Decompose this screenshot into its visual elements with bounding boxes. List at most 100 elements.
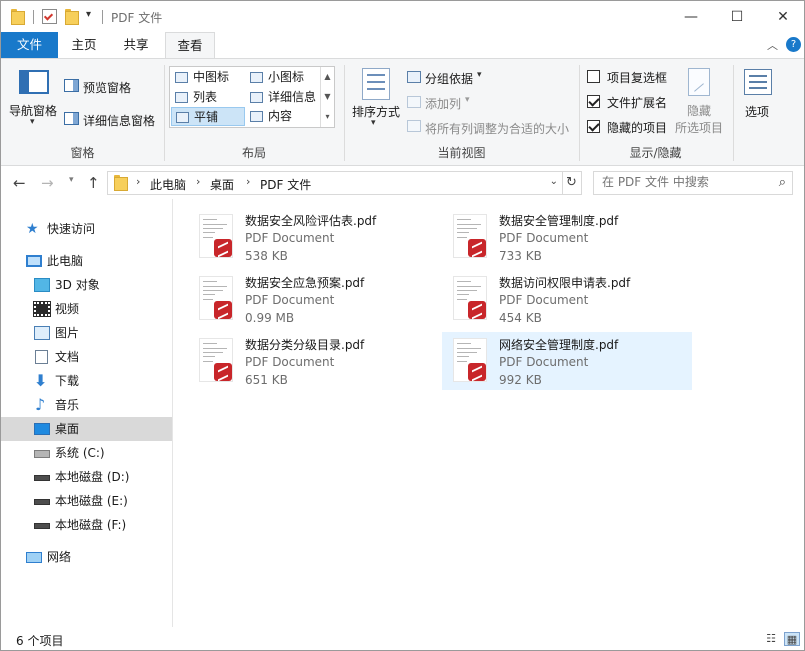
scroll-down-icon[interactable]: ▼: [321, 87, 334, 107]
nav-item-drive-f[interactable]: 本地磁盘 (F:): [1, 513, 172, 537]
file-type: PDF Document: [499, 231, 589, 245]
picture-icon: [34, 326, 50, 340]
navigation-pane-icon[interactable]: [19, 70, 49, 94]
ribbon-tab-row: 文件 主页 共享 查看 ︿ ?: [1, 32, 804, 59]
file-tile[interactable]: 数据安全管理制度.pdf PDF Document 733 KB: [428, 208, 678, 266]
nav-item-network[interactable]: 网络: [1, 545, 172, 569]
chevron-down-icon[interactable]: ▾: [30, 117, 35, 127]
file-tile[interactable]: 数据分类分级目录.pdf PDF Document 651 KB: [174, 332, 424, 390]
file-name: 数据安全应急预案.pdf: [245, 276, 365, 290]
layout-list[interactable]: 列表: [171, 88, 245, 107]
tab-view[interactable]: 查看: [165, 32, 215, 59]
tab-share[interactable]: 共享: [115, 32, 157, 58]
item-checkboxes-checkbox[interactable]: [587, 70, 600, 83]
sort-by-button[interactable]: 排序方式: [352, 103, 400, 120]
refresh-icon[interactable]: ↻: [562, 171, 582, 195]
group-label-layout: 布局: [241, 146, 266, 160]
nav-item-downloads[interactable]: ⬇ 下载: [1, 369, 172, 393]
hidden-items-label: 隐藏的项目: [607, 121, 668, 135]
details-pane-button[interactable]: 详细信息窗格: [83, 112, 155, 129]
breadcrumb-chevron-icon[interactable]: ›: [246, 175, 250, 188]
file-size: 733 KB: [499, 249, 542, 263]
breadcrumb-this-pc[interactable]: 此电脑: [150, 176, 186, 193]
tab-home[interactable]: 主页: [63, 32, 105, 58]
large-icons-view-icon[interactable]: ▦: [784, 632, 800, 646]
file-tile[interactable]: 数据安全应急预案.pdf PDF Document 0.99 MB: [174, 270, 424, 328]
help-icon[interactable]: ?: [786, 37, 801, 52]
file-tile[interactable]: 数据安全风险评估表.pdf PDF Document 538 KB: [174, 208, 424, 266]
breadcrumb-chevron-icon[interactable]: ›: [136, 175, 140, 188]
nav-item-pictures[interactable]: 图片: [1, 321, 172, 345]
nav-item-3d-objects[interactable]: 3D 对象: [1, 273, 172, 297]
group-by-icon: [407, 71, 421, 83]
breadcrumb-chevron-icon[interactable]: ›: [196, 175, 200, 188]
address-bar-row: ← → ▾ ↑ › 此电脑 › 桌面 › PDF 文件 ⌄ ↻ ⌕: [1, 167, 804, 199]
close-button[interactable]: ✕: [760, 1, 804, 32]
options-button[interactable]: 选项: [745, 103, 769, 120]
nav-item-videos[interactable]: 视频: [1, 297, 172, 321]
chevron-down-icon[interactable]: ▾: [371, 118, 376, 128]
layout-scrollbar[interactable]: ▲ ▼ ▾: [320, 67, 334, 127]
up-arrow-icon[interactable]: ↑: [87, 174, 100, 192]
options-icon: [744, 69, 772, 95]
file-type: PDF Document: [245, 355, 335, 369]
layout-small-icons[interactable]: 小图标: [246, 68, 320, 87]
nav-item-quick-access[interactable]: ★ 快速访问: [1, 217, 172, 241]
pdf-file-icon: [199, 338, 233, 382]
group-by-button[interactable]: 分组依据: [425, 70, 473, 87]
breadcrumb-desktop[interactable]: 桌面: [210, 176, 234, 193]
collapse-ribbon-icon[interactable]: ︿: [767, 37, 778, 53]
nav-item-drive-c[interactable]: 系统 (C:): [1, 441, 172, 465]
breadcrumb-pdf-folder[interactable]: PDF 文件: [260, 176, 311, 193]
desktop-icon: [34, 423, 50, 435]
new-folder-icon[interactable]: [65, 9, 79, 25]
nav-item-drive-d[interactable]: 本地磁盘 (D:): [1, 465, 172, 489]
forward-arrow-icon: →: [41, 174, 54, 192]
address-field[interactable]: › 此电脑 › 桌面 › PDF 文件 ⌄: [107, 171, 563, 195]
music-icon: ♪: [35, 395, 46, 414]
back-arrow-icon[interactable]: ←: [13, 174, 26, 192]
drive-icon: [34, 450, 50, 458]
pdf-file-icon: [453, 338, 487, 382]
minimize-button[interactable]: —: [668, 1, 714, 32]
file-tile[interactable]: 数据访问权限申请表.pdf PDF Document 454 KB: [428, 270, 678, 328]
file-tile-highlighted[interactable]: 网络安全管理制度.pdf PDF Document 992 KB: [442, 332, 692, 390]
file-size: 538 KB: [245, 249, 288, 263]
scroll-up-icon[interactable]: ▲: [321, 67, 334, 87]
size-columns-icon: [407, 120, 421, 132]
maximize-button[interactable]: ☐: [714, 1, 760, 32]
layout-medium-icons[interactable]: 中图标: [171, 68, 245, 87]
pdf-badge-icon: [468, 239, 486, 257]
nav-item-desktop[interactable]: 桌面: [1, 417, 172, 441]
address-dropdown-icon[interactable]: ⌄: [550, 176, 558, 187]
nav-item-drive-e[interactable]: 本地磁盘 (E:): [1, 489, 172, 513]
layout-details[interactable]: 详细信息: [246, 88, 320, 107]
expand-gallery-icon[interactable]: ▾: [321, 107, 334, 127]
properties-icon[interactable]: [42, 9, 57, 24]
file-name: 数据分类分级目录.pdf: [245, 338, 365, 352]
tab-file[interactable]: 文件: [1, 32, 58, 58]
layout-content[interactable]: 内容: [246, 107, 320, 126]
nav-item-documents[interactable]: 文档: [1, 345, 172, 369]
search-icon[interactable]: ⌕: [779, 175, 786, 190]
nav-item-this-pc[interactable]: 此电脑: [1, 249, 172, 273]
details-icon: [250, 92, 263, 103]
hidden-items-checkbox[interactable]: [587, 120, 600, 133]
sort-by-icon: [362, 68, 390, 100]
nav-item-music[interactable]: ♪ 音乐: [1, 393, 172, 417]
preview-pane-button[interactable]: 预览窗格: [83, 79, 131, 96]
pdf-badge-icon: [214, 301, 232, 319]
details-view-icon[interactable]: ☷: [763, 632, 779, 646]
quick-access-dropdown-icon[interactable]: ▾: [86, 9, 91, 20]
group-label-current-view: 当前视图: [437, 146, 486, 160]
item-count: 6 个项目: [16, 634, 64, 648]
network-icon: [26, 552, 42, 563]
file-extensions-checkbox[interactable]: [587, 95, 600, 108]
pdf-file-icon: [199, 214, 233, 258]
chevron-down-icon[interactable]: ▾: [477, 70, 482, 80]
drive-icon: [34, 475, 50, 481]
recent-locations-chevron-icon[interactable]: ▾: [69, 175, 74, 185]
search-input[interactable]: [602, 175, 772, 189]
search-box[interactable]: ⌕: [593, 171, 793, 195]
layout-tiles[interactable]: 平铺: [171, 107, 245, 126]
